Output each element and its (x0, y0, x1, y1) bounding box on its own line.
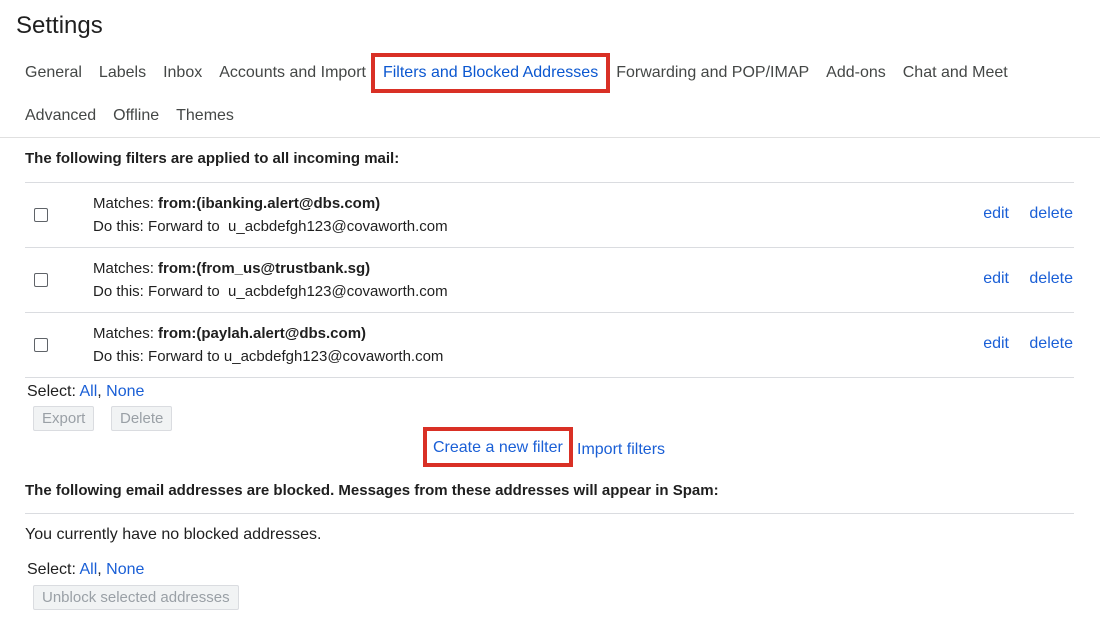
edit-filter-link[interactable]: edit (983, 270, 1009, 288)
active-tab-highlight: Filters and Blocked Addresses (370, 53, 611, 93)
select-all-link[interactable]: All (79, 561, 97, 578)
dothis-label: Do this: (93, 348, 144, 365)
delete-filter-link[interactable]: delete (1029, 270, 1073, 288)
blocked-divider (25, 513, 1074, 514)
filter-matches: Matches: from:(paylah.alert@dbs.com) (93, 325, 366, 342)
filter-matches: Matches: from:(ibanking.alert@dbs.com) (93, 195, 380, 212)
filter-action: Do this: Forward to u_acbdefgh123@covawo… (93, 218, 448, 235)
filters-heading: The following filters are applied to all… (25, 150, 400, 167)
select-label: Select: (27, 383, 76, 400)
tab-accounts-and-import[interactable]: Accounts and Import (219, 61, 366, 85)
blocked-heading: The following email addresses are blocke… (25, 482, 719, 499)
edit-filter-link[interactable]: edit (983, 205, 1009, 223)
select-all-link[interactable]: All (79, 383, 97, 400)
filter-action-text: Forward to u_acbdefgh123@covaworth.com (148, 283, 448, 300)
filter-checkbox[interactable] (34, 338, 48, 352)
tab-filters-and-blocked-addresses[interactable]: Filters and Blocked Addresses (383, 64, 598, 81)
filter-checkbox[interactable] (34, 208, 48, 222)
create-new-filter-link[interactable]: Create a new filter (433, 439, 563, 456)
filter-action-text: Forward to u_acbdefgh123@covaworth.com (148, 348, 444, 365)
tab-add-ons[interactable]: Add-ons (826, 61, 886, 85)
filter-row: Matches: from:(from_us@trustbank.sg) Do … (25, 248, 1074, 313)
tab-forwarding-and-pop-imap[interactable]: Forwarding and POP/IMAP (616, 61, 809, 85)
filters-select-line: Select: All, None (27, 383, 144, 401)
tab-themes[interactable]: Themes (176, 104, 234, 128)
filter-action: Do this: Forward to u_acbdefgh123@covawo… (93, 348, 443, 365)
settings-page: Settings General Labels Inbox Accounts a… (0, 0, 1100, 642)
tab-chat-and-meet[interactable]: Chat and Meet (903, 61, 1008, 85)
tabs-divider (0, 137, 1100, 138)
select-separator: , (97, 383, 102, 400)
edit-filter-link[interactable]: edit (983, 335, 1009, 353)
filter-list: Matches: from:(ibanking.alert@dbs.com) D… (25, 182, 1074, 378)
delete-filter-link[interactable]: delete (1029, 205, 1073, 223)
select-separator: , (97, 561, 102, 578)
blocked-select-line: Select: All, None (27, 561, 144, 579)
filter-action: Do this: Forward to u_acbdefgh123@covawo… (93, 283, 448, 300)
select-none-link[interactable]: None (106, 383, 144, 400)
create-filter-highlight: Create a new filter (423, 427, 573, 467)
delete-button[interactable]: Delete (111, 406, 173, 431)
filter-criteria: from:(ibanking.alert@dbs.com) (158, 195, 381, 212)
tabs-row-2: Advanced Offline Themes (25, 104, 251, 128)
delete-filter-link[interactable]: delete (1029, 335, 1073, 353)
import-filters-link[interactable]: Import filters (577, 441, 665, 459)
tab-labels[interactable]: Labels (99, 61, 146, 85)
filter-criteria: from:(from_us@trustbank.sg) (158, 260, 371, 277)
filter-criteria: from:(paylah.alert@dbs.com) (158, 325, 367, 342)
tabs-row-1: General Labels Inbox Accounts and Import… (25, 53, 1025, 93)
page-title: Settings (16, 12, 103, 39)
export-button[interactable]: Export (33, 406, 95, 431)
dothis-label: Do this: (93, 218, 144, 235)
tab-advanced[interactable]: Advanced (25, 104, 96, 128)
dothis-label: Do this: (93, 283, 144, 300)
filter-row: Matches: from:(ibanking.alert@dbs.com) D… (25, 183, 1074, 248)
select-label: Select: (27, 561, 76, 578)
tab-general[interactable]: General (25, 61, 82, 85)
tab-inbox[interactable]: Inbox (163, 61, 202, 85)
filter-row: Matches: from:(paylah.alert@dbs.com) Do … (25, 313, 1074, 378)
matches-label: Matches: (93, 195, 154, 212)
filter-matches: Matches: from:(from_us@trustbank.sg) (93, 260, 370, 277)
select-none-link[interactable]: None (106, 561, 144, 578)
filter-action-text: Forward to u_acbdefgh123@covaworth.com (148, 218, 448, 235)
tab-offline[interactable]: Offline (113, 104, 159, 128)
unblock-selected-button[interactable]: Unblock selected addresses (33, 585, 239, 610)
no-blocked-text: You currently have no blocked addresses. (25, 526, 322, 543)
matches-label: Matches: (93, 260, 154, 277)
matches-label: Matches: (93, 325, 154, 342)
filter-checkbox[interactable] (34, 273, 48, 287)
